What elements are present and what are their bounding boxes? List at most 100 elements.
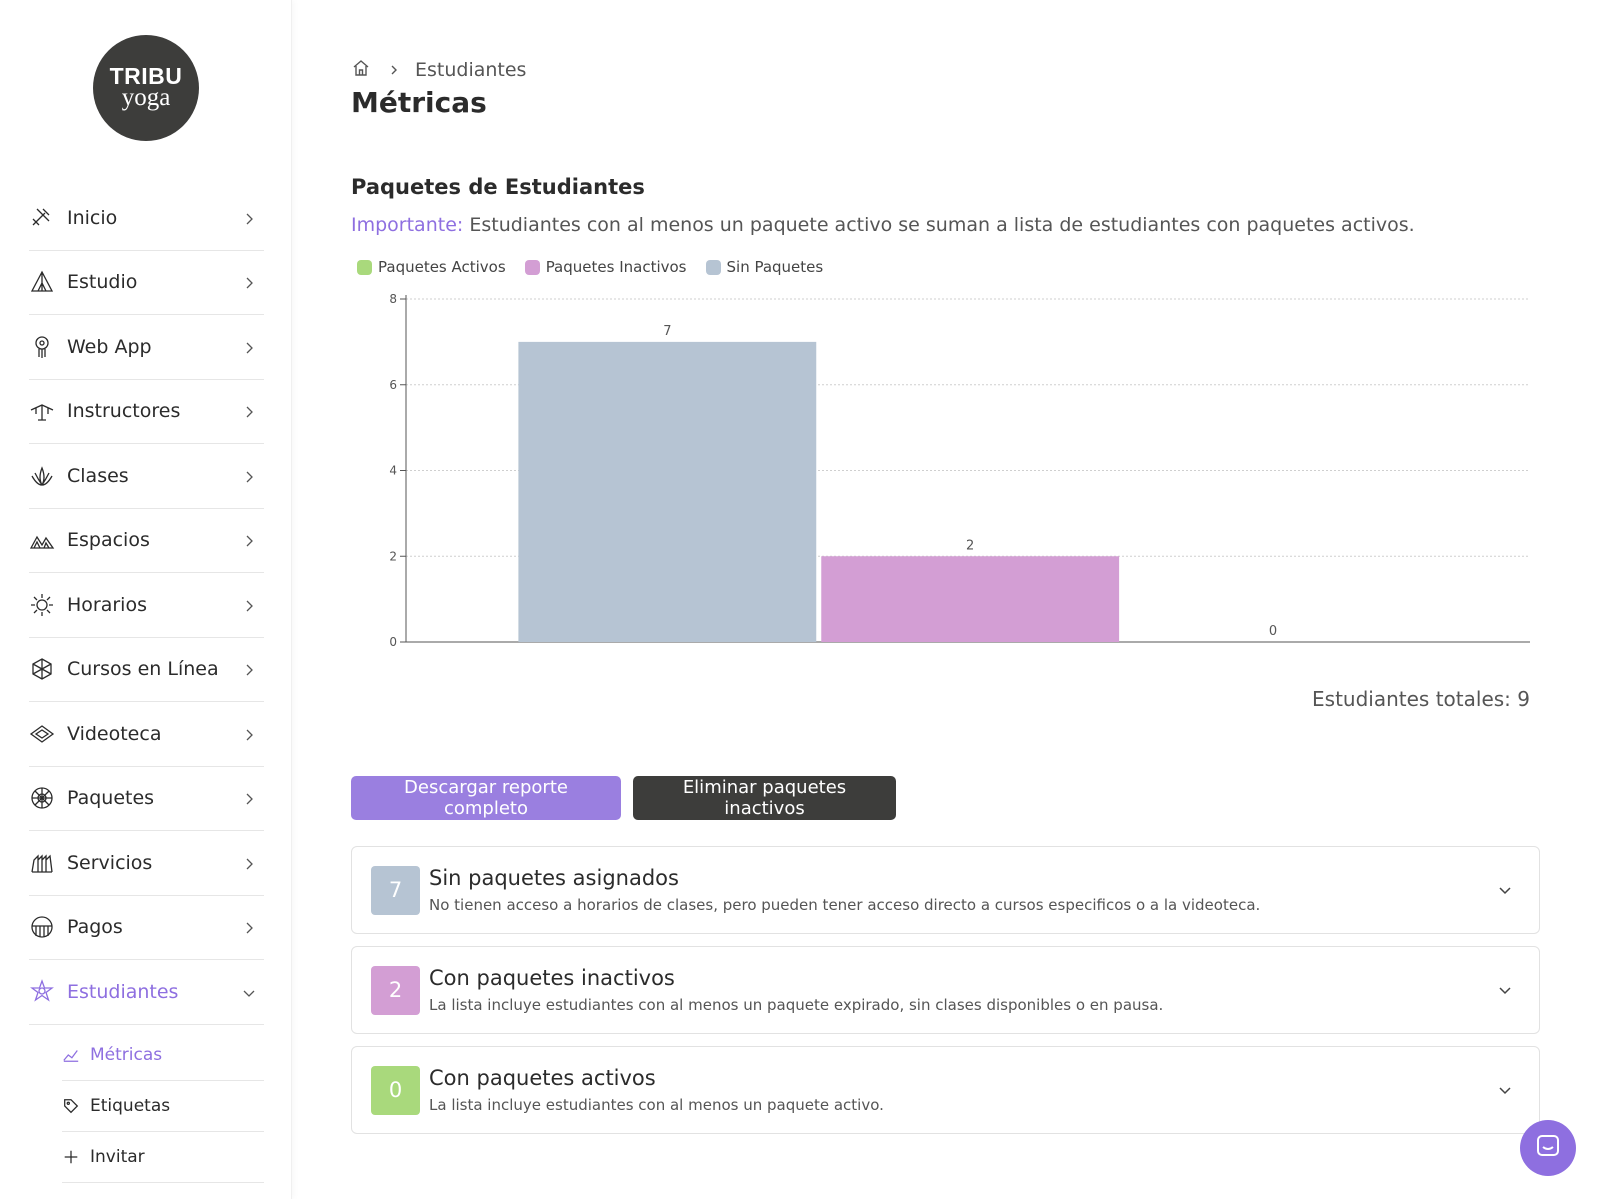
- y-tick-label: 8: [389, 293, 397, 306]
- card-title: Con paquetes inactivos: [429, 966, 675, 990]
- chevron-right-icon: [242, 404, 256, 418]
- chevron-right-icon: [242, 920, 256, 934]
- important-note: Importante: Estudiantes con al menos un …: [351, 214, 1415, 236]
- chevron-down-icon[interactable]: [1496, 881, 1514, 899]
- chevron-down-icon: [242, 985, 256, 999]
- basket-icon: [29, 914, 55, 940]
- home-icon[interactable]: [351, 58, 371, 82]
- sidebar-item-label: Web App: [67, 335, 152, 358]
- brand-logo[interactable]: TRIBU yoga: [93, 35, 199, 141]
- sidebar-subitem-label: Etiquetas: [90, 1096, 171, 1116]
- sidebar-subitem-label: Invitar: [90, 1147, 145, 1167]
- chevron-right-icon: [389, 61, 399, 80]
- mountains-icon: [29, 527, 55, 553]
- chevron-right-icon: [242, 469, 256, 483]
- download-report-button[interactable]: Descargar reporte completo: [351, 776, 621, 820]
- legend-swatch: [524, 259, 540, 275]
- page-title: Métricas: [351, 86, 487, 119]
- sidebar-item-instructores[interactable]: Instructores: [29, 380, 264, 444]
- legend-item[interactable]: Sin Paquetes: [705, 258, 824, 276]
- sidebar-item-label: Inicio: [67, 206, 118, 229]
- diamond-icon: [29, 721, 55, 747]
- sidebar-item-paquetes[interactable]: Paquetes: [29, 767, 264, 831]
- sun-icon: [29, 592, 55, 618]
- sidebar-item-web-app[interactable]: Web App: [29, 315, 264, 380]
- chevron-right-icon: [242, 856, 256, 870]
- important-text: Estudiantes con al menos un paquete acti…: [463, 214, 1415, 236]
- sidebar-item-estudiantes[interactable]: Estudiantes: [29, 960, 264, 1025]
- star-icon: [29, 978, 55, 1005]
- y-tick-label: 6: [389, 378, 397, 392]
- sidebar-item-label: Pagos: [67, 916, 123, 939]
- count-badge: 2: [371, 965, 420, 1015]
- hands-icon: [29, 850, 55, 876]
- sidebar-item-videoteca[interactable]: Videoteca: [29, 702, 264, 767]
- sidebar-item-label: Servicios: [67, 851, 153, 874]
- legend-swatch: [357, 259, 372, 275]
- chevron-right-icon: [242, 340, 256, 354]
- card-description: La lista incluye estudiantes con al meno…: [429, 1096, 884, 1114]
- chevron-right-icon: [242, 662, 256, 676]
- important-label: Importante:: [351, 214, 464, 236]
- chat-button[interactable]: [1520, 1120, 1576, 1176]
- count-badge: 0: [371, 1065, 420, 1115]
- student-group-card[interactable]: 7 Sin paquetes asignados No tienen acceso …: [351, 846, 1540, 934]
- sidebar: TRIBU yoga Inicio Estudio Web App Instructo…: [0, 0, 292, 1199]
- sidebar-item-label: Estudio: [67, 271, 138, 294]
- student-group-card[interactable]: 0 Con paquetes activos La lista incluye es…: [351, 1046, 1540, 1134]
- chevron-down-icon[interactable]: [1496, 1081, 1514, 1099]
- sidebar-item-pagos[interactable]: Pagos: [29, 896, 264, 960]
- sidebar-item-clases[interactable]: Clases: [29, 444, 264, 509]
- legend-label: Sin Paquetes: [726, 258, 824, 276]
- brand-line2: yoga: [121, 84, 171, 111]
- chevron-down-icon[interactable]: [1496, 981, 1514, 999]
- breadcrumb: Estudiantes: [351, 58, 526, 82]
- breadcrumb-current[interactable]: Estudiantes: [415, 59, 526, 81]
- sidebar-item-label: Instructores: [67, 400, 181, 423]
- legend-item[interactable]: Paquetes Inactivos: [524, 258, 687, 276]
- card-text: Con paquetes activos La lista incluye est…: [429, 1066, 1496, 1114]
- sidebar-subitem-etiquetas[interactable]: Etiquetas: [62, 1081, 264, 1132]
- card-text: Con paquetes inactivos La lista incluye e…: [429, 966, 1496, 1014]
- sidebar-subnav: Métricas Etiquetas Invitar Cumples: [62, 1030, 264, 1199]
- tent-icon: [29, 269, 55, 295]
- sidebar-subitem-cumples[interactable]: Cumples: [62, 1183, 264, 1199]
- bar-chart: 0 2 4 6 8 7 2 0: [389, 293, 1530, 649]
- sidebar-subitem-invitar[interactable]: Invitar: [62, 1132, 264, 1183]
- sidebar-subitem-métricas[interactable]: Métricas: [62, 1030, 264, 1081]
- student-group-card[interactable]: 2 Con paquetes inactivos La lista incluye …: [351, 946, 1540, 1034]
- leaf-icon: [29, 656, 55, 682]
- card-description: La lista incluye estudiantes con al meno…: [429, 996, 1164, 1014]
- sidebar-item-label: Videoteca: [67, 722, 162, 745]
- sidebar-item-inicio[interactable]: Inicio: [29, 186, 264, 251]
- sidebar-item-label: Cursos en Línea: [67, 658, 219, 681]
- sidebar-nav: Inicio Estudio Web App Instructores Clases Es…: [29, 186, 264, 1025]
- card-text: Sin paquetes asignados No tienen acceso a…: [429, 866, 1496, 914]
- sidebar-item-horarios[interactable]: Horarios: [29, 573, 264, 638]
- chevron-right-icon: [242, 727, 256, 741]
- sidebar-item-label: Estudiantes: [67, 980, 179, 1003]
- card-title: Con paquetes activos: [429, 1066, 656, 1090]
- delete-inactive-button[interactable]: Eliminar paquetes inactivos: [633, 776, 896, 820]
- lotus-icon: [29, 463, 55, 489]
- sidebar-item-cursos-en-línea[interactable]: Cursos en Línea: [29, 638, 264, 702]
- card-description: No tienen acceso a horarios de clases, p…: [429, 896, 1261, 914]
- total-students: Estudiantes totales: 9: [1312, 687, 1530, 711]
- sidebar-item-espacios[interactable]: Espacios: [29, 509, 264, 573]
- wheel-icon: [29, 785, 55, 811]
- legend-item[interactable]: Paquetes Activos: [357, 258, 506, 276]
- section-title: Paquetes de Estudiantes: [351, 175, 645, 199]
- bar-data-label: 2: [966, 538, 974, 553]
- chevron-right-icon: [242, 598, 256, 612]
- bar-data-label: 7: [663, 324, 671, 339]
- bar-data-label: 0: [1269, 624, 1277, 639]
- chevron-right-icon: [242, 211, 256, 225]
- chevron-right-icon: [242, 275, 256, 289]
- sidebar-item-servicios[interactable]: Servicios: [29, 831, 264, 896]
- sidebar-item-label: Espacios: [67, 529, 150, 552]
- chat-icon: [1535, 1133, 1561, 1163]
- sidebar-item-estudio[interactable]: Estudio: [29, 251, 264, 315]
- count-badge: 7: [371, 865, 420, 915]
- sidebar-subitem-label: Métricas: [90, 1045, 163, 1065]
- legend-swatch: [705, 259, 721, 275]
